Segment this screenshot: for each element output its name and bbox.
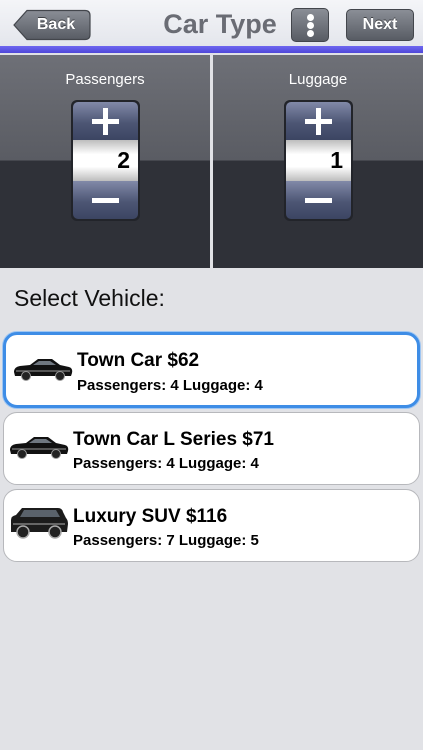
plus-icon (305, 108, 332, 135)
menu-button[interactable] (291, 8, 329, 42)
back-button-label: Back (36, 16, 76, 33)
back-button[interactable]: Back (13, 9, 91, 41)
suv-icon (11, 508, 68, 539)
plus-icon (92, 108, 119, 135)
passengers-increment-button[interactable] (73, 102, 138, 140)
luggage-value: 1 (286, 140, 351, 181)
sedan-icon (10, 437, 69, 459)
sedan-icon (14, 359, 73, 381)
menu-dot-icon (307, 30, 314, 37)
section-heading: Select Vehicle: (14, 285, 165, 311)
vehicle-option-luxury-suv[interactable]: Luxury SUV $116 Passengers: 7 Luggage: 5 (3, 489, 420, 562)
vehicle-details: Passengers: 7 Luggage: 5 (73, 532, 259, 549)
passengers-decrement-button[interactable] (73, 181, 138, 219)
vehicle-title: Luxury SUV $116 (73, 506, 228, 527)
passengers-stepper: 2 (71, 100, 140, 221)
luggage-panel: Luggage 1 (213, 55, 423, 268)
vehicle-details: Passengers: 4 Luggage: 4 (73, 455, 259, 472)
passengers-label: Passengers (65, 71, 145, 88)
vehicle-details: Passengers: 4 Luggage: 4 (77, 377, 263, 394)
vehicle-title: Town Car $62 (77, 350, 200, 371)
passengers-value: 2 (73, 140, 138, 181)
vehicle-option-town-car-l-series[interactable]: Town Car L Series $71 Passengers: 4 Lugg… (3, 412, 420, 485)
next-button[interactable]: Next (346, 9, 414, 41)
luggage-label: Luggage (288, 71, 348, 88)
minus-icon (92, 198, 119, 203)
nav-accent-bar (0, 46, 423, 53)
vehicle-title: Town Car L Series $71 (73, 429, 274, 450)
minus-icon (305, 198, 332, 203)
page-title: Car Type (163, 9, 277, 39)
luggage-decrement-button[interactable] (286, 181, 351, 219)
luggage-increment-button[interactable] (286, 102, 351, 140)
luggage-stepper: 1 (284, 100, 353, 221)
menu-dot-icon (307, 14, 314, 21)
menu-dot-icon (307, 22, 314, 29)
passengers-panel: Passengers 2 (0, 55, 210, 268)
vehicle-option-town-car[interactable]: Town Car $62 Passengers: 4 Luggage: 4 (3, 332, 420, 408)
